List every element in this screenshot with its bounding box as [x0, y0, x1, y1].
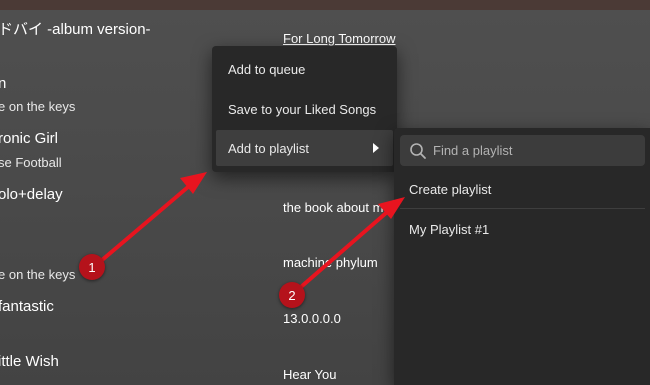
save-to-liked-songs-label: Save to your Liked Songs: [228, 101, 377, 117]
left-track-8[interactable]: ittle Wish: [0, 353, 59, 370]
playlist-search-input[interactable]: [431, 142, 635, 159]
right-track-4[interactable]: 13.0.0.0.0: [283, 311, 341, 326]
playlist-search-box[interactable]: [400, 135, 645, 166]
create-playlist-item[interactable]: Create playlist: [400, 171, 645, 207]
left-track-2[interactable]: e on the keys: [0, 99, 75, 114]
right-track-1[interactable]: For Long Tomorrow: [283, 31, 395, 46]
track-context-menu: Add to queue Save to your Liked Songs Ad…: [212, 46, 397, 172]
add-to-playlist-label: Add to playlist: [228, 140, 309, 156]
left-track-1[interactable]: n: [0, 75, 6, 92]
now-playing-title: ドバイ -album version-: [0, 21, 151, 38]
left-track-3[interactable]: ronic Girl: [0, 130, 58, 147]
add-to-queue-item[interactable]: Add to queue: [216, 51, 393, 87]
playlist-item-label: My Playlist #1: [409, 221, 490, 237]
left-track-7[interactable]: fantastic: [0, 298, 54, 315]
right-track-5[interactable]: Hear You: [283, 367, 337, 382]
search-icon: [409, 142, 427, 160]
playlist-item-my-playlist-1[interactable]: My Playlist #1: [400, 211, 645, 247]
submenu-divider: [400, 208, 645, 209]
create-playlist-label: Create playlist: [409, 181, 492, 197]
right-track-2[interactable]: the book about m: [283, 200, 383, 215]
left-track-5[interactable]: olo+delay: [0, 186, 63, 203]
right-track-3[interactable]: machine phylum: [283, 255, 378, 270]
left-track-6[interactable]: e on the keys: [0, 267, 75, 282]
step-badge-2: 2: [279, 282, 305, 308]
add-to-queue-label: Add to queue: [228, 61, 306, 77]
playlist-submenu: Create playlist My Playlist #1: [394, 128, 650, 385]
window-top-bar: [0, 0, 650, 10]
save-to-liked-songs-item[interactable]: Save to your Liked Songs: [216, 91, 393, 127]
add-to-playlist-item[interactable]: Add to playlist: [216, 130, 393, 166]
step-badge-1: 1: [79, 254, 105, 280]
left-track-4[interactable]: se Football: [0, 155, 62, 170]
chevron-right-icon: [373, 143, 379, 153]
